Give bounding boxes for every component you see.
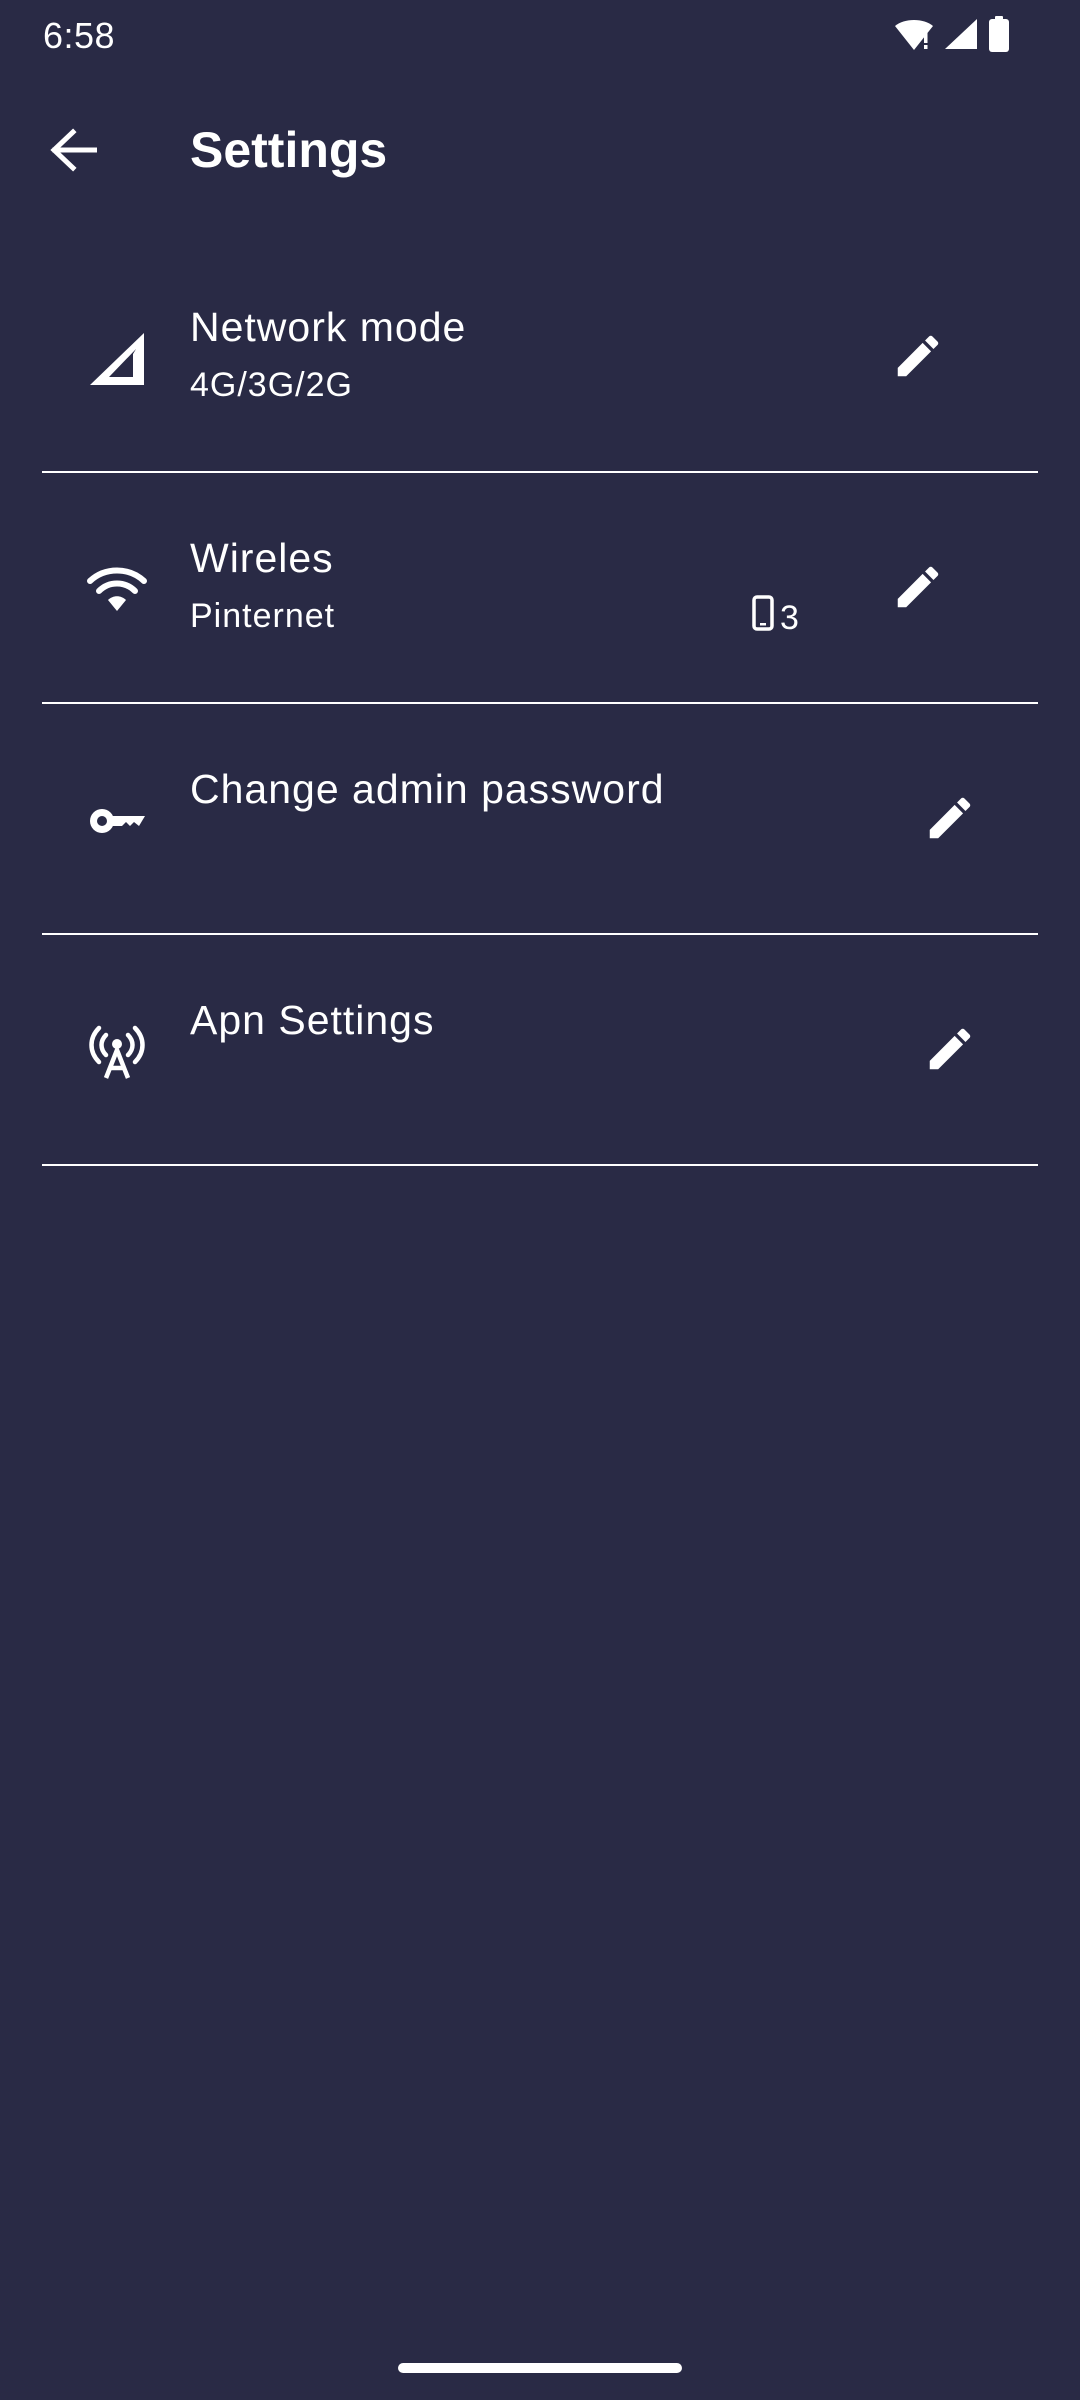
setting-subtitle: 4G/3G/2G bbox=[190, 366, 353, 404]
settings-list: Network mode 4G/3G/2G Wireles Pinternet bbox=[0, 242, 1080, 1166]
connected-devices: 3 bbox=[752, 595, 799, 641]
app-bar: Settings bbox=[0, 72, 1080, 222]
setting-wireless[interactable]: Wireles Pinternet 3 bbox=[42, 473, 1038, 704]
battery-icon bbox=[988, 15, 1010, 57]
pencil-icon bbox=[891, 560, 945, 619]
connected-devices-count: 3 bbox=[780, 599, 799, 637]
setting-apn[interactable]: Apn Settings bbox=[42, 935, 1038, 1166]
setting-title: Apn Settings bbox=[190, 997, 435, 1043]
cell-signal-icon bbox=[944, 18, 978, 55]
antenna-icon bbox=[82, 1017, 152, 1087]
phone-icon bbox=[752, 595, 774, 641]
wifi-alert-icon bbox=[894, 17, 934, 56]
pencil-icon bbox=[923, 791, 977, 850]
setting-network-mode[interactable]: Network mode 4G/3G/2G bbox=[42, 242, 1038, 473]
edit-admin-password-button[interactable] bbox=[914, 784, 986, 856]
page-title: Settings bbox=[190, 122, 388, 178]
setting-title: Change admin password bbox=[190, 766, 665, 812]
edit-apn-button[interactable] bbox=[914, 1015, 986, 1087]
back-button[interactable] bbox=[33, 112, 113, 192]
status-bar: 6:58 bbox=[0, 0, 1080, 72]
setting-subtitle: Pinternet bbox=[190, 597, 336, 635]
edit-wireless-button[interactable] bbox=[882, 553, 954, 625]
edit-network-mode-button[interactable] bbox=[882, 322, 954, 394]
setting-title: Network mode bbox=[190, 304, 467, 350]
status-time: 6:58 bbox=[43, 15, 116, 56]
signal-cellular-icon bbox=[82, 324, 152, 394]
status-icons bbox=[894, 15, 1010, 57]
pencil-icon bbox=[923, 1022, 977, 1081]
wifi-icon bbox=[82, 555, 152, 625]
home-indicator[interactable] bbox=[398, 2363, 682, 2373]
setting-title: Wireles bbox=[190, 535, 334, 581]
setting-admin-password[interactable]: Change admin password bbox=[42, 704, 1038, 935]
key-icon bbox=[82, 786, 152, 856]
pencil-icon bbox=[891, 329, 945, 388]
arrow-back-icon bbox=[49, 127, 98, 177]
